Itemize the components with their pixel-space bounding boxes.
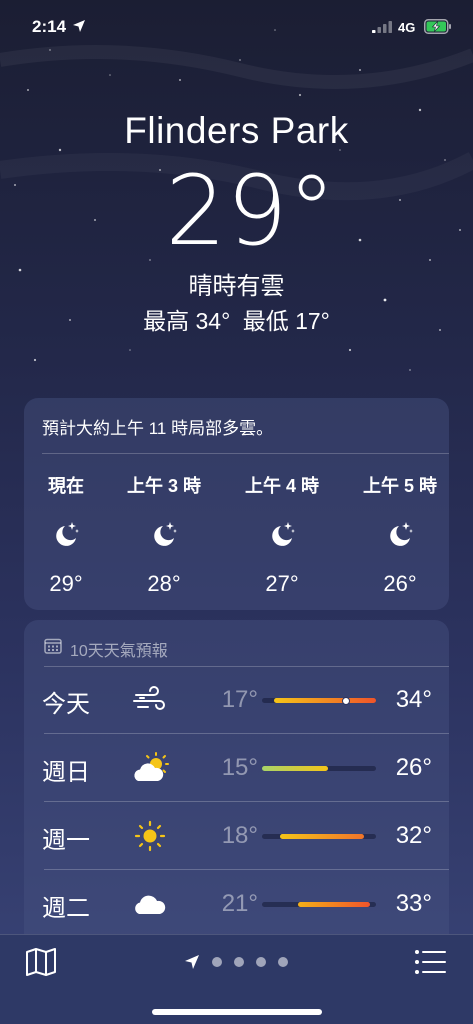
- page-indicator[interactable]: [184, 953, 288, 971]
- network-type: 4G: [398, 20, 416, 35]
- day-row[interactable]: 週一 18° 32°: [24, 802, 449, 870]
- temperature-range-bar: [262, 834, 376, 839]
- hour-label: 上午 4 時: [244, 476, 319, 496]
- divider: [42, 453, 449, 454]
- status-bar: 2:14 4G: [0, 0, 473, 54]
- list-icon[interactable]: [414, 949, 448, 975]
- location-arrow-icon: [185, 955, 199, 969]
- hour-temperature: 26°: [383, 571, 417, 596]
- wind-icon: [133, 686, 165, 710]
- hour-temperature: 28°: [147, 571, 181, 596]
- day-high-temp: 32°: [395, 822, 432, 849]
- bottom-toolbar: [0, 934, 473, 1024]
- temperature-range-bar: [262, 902, 376, 907]
- day-high-temp: 33°: [395, 890, 432, 917]
- home-indicator: [152, 1009, 322, 1015]
- hour-temperature: 27°: [265, 571, 299, 596]
- hour-item: 上午 4 時 27°: [232, 474, 332, 598]
- hour-item: 上午 3 時 28°: [114, 474, 214, 598]
- hourly-forecast-card[interactable]: 預計大約上午 11 時局部多雲。 現在 29° 上午 3 時 28° 上午 4 …: [24, 398, 449, 610]
- day-row[interactable]: 週二 21° 33°: [24, 870, 449, 938]
- moon-stars-icon: [114, 518, 214, 550]
- day-high-temp: 34°: [395, 686, 432, 713]
- hour-temperature: 29°: [49, 571, 83, 596]
- cellular-signal-icon: [372, 21, 392, 33]
- hour-item: 上午 5 時 26°: [350, 474, 450, 598]
- daily-forecast-title: 10天天氣預報: [70, 643, 168, 660]
- moon-stars-icon: [350, 518, 450, 550]
- temperature-range-bar: [262, 766, 376, 771]
- sun-icon: [134, 820, 166, 852]
- temperature-range-fill: [274, 698, 376, 703]
- day-low-temp: 18°: [221, 822, 258, 849]
- temperature-range-fill: [280, 834, 364, 839]
- day-row[interactable]: 今天 17° 34°: [24, 666, 449, 734]
- current-temp-marker: [342, 696, 350, 705]
- high-low: 最高 34° 最低 17°: [0, 306, 473, 336]
- day-low-temp: 15°: [221, 754, 258, 781]
- status-time: 2:14: [32, 17, 67, 36]
- day-name: 今天: [42, 691, 90, 718]
- forecast-summary: 預計大約上午 11 時局部多雲。: [42, 419, 274, 438]
- location-arrow-icon: [73, 20, 85, 32]
- hour-label: 上午 3 時: [126, 476, 201, 496]
- high-temperature: 最高 34°: [143, 308, 231, 334]
- current-weather: Flinders Park 29° 晴時有雲 最高 34° 最低 17°: [0, 108, 473, 336]
- temperature-range-fill: [262, 766, 328, 771]
- day-row[interactable]: 週日 15° 26°: [24, 734, 449, 802]
- city-name: Flinders Park: [124, 110, 349, 151]
- map-icon[interactable]: [24, 947, 58, 977]
- page-dot[interactable]: [278, 957, 288, 967]
- day-low-temp: 21°: [221, 890, 258, 917]
- partly-sunny-icon: [134, 752, 169, 781]
- current-temperature: 29°: [165, 155, 336, 267]
- low-temperature: 最低 17°: [242, 308, 330, 334]
- day-high-temp: 26°: [395, 754, 432, 781]
- temperature-range-bar: [262, 696, 376, 705]
- page-dot[interactable]: [212, 957, 222, 967]
- moon-stars-icon: [16, 518, 116, 550]
- page-dot[interactable]: [256, 957, 266, 967]
- moon-stars-icon: [232, 518, 332, 550]
- battery-charging-icon: [424, 19, 451, 34]
- hour-label: 上午 5 時: [362, 476, 437, 496]
- hour-item: 現在 29°: [16, 474, 116, 598]
- day-name: 週一: [42, 827, 90, 854]
- calendar-icon: [44, 638, 62, 654]
- cloud-icon: [135, 895, 166, 914]
- daily-forecast-card[interactable]: 10天天氣預報 今天 17° 34° 週日 15° 26° 週一 18° 32°…: [24, 620, 449, 950]
- hour-label: 現在: [48, 476, 84, 496]
- page-dot[interactable]: [234, 957, 244, 967]
- day-low-temp: 17°: [221, 686, 258, 713]
- day-name: 週二: [42, 895, 90, 922]
- temperature-range-fill: [298, 902, 370, 907]
- day-name: 週日: [42, 759, 90, 786]
- current-condition: 晴時有雲: [188, 273, 285, 300]
